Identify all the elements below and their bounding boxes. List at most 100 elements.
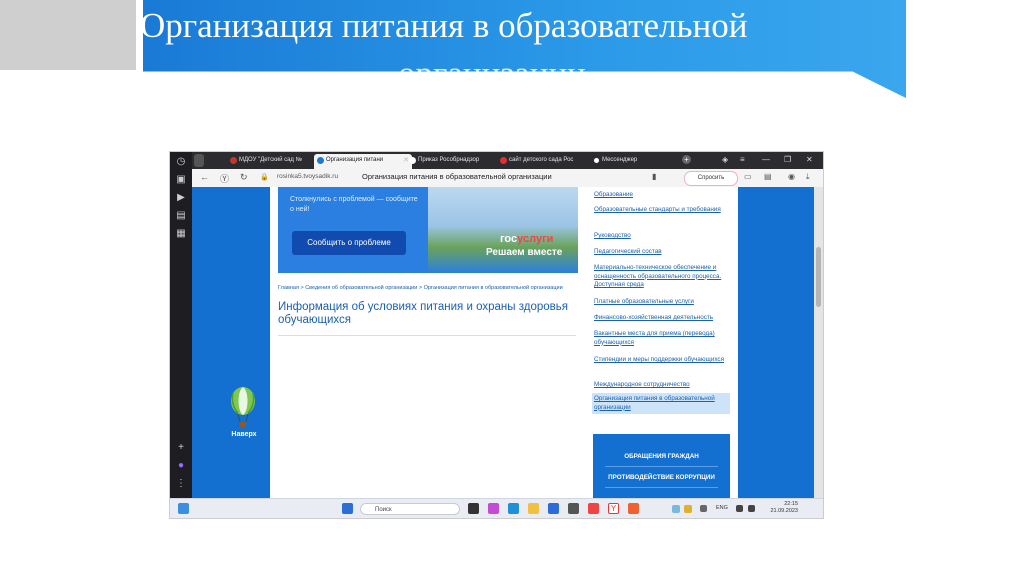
windows-taskbar: Поиск Y ENG 22:15 21.09.2023 bbox=[170, 498, 823, 518]
browser-screenshot: ◷ ▣ ▶ ▤ ▦ + ● ⋮ МДОУ "Детский сад № Орга… bbox=[170, 152, 823, 518]
back-icon[interactable]: ← bbox=[200, 172, 209, 182]
scrollbar[interactable] bbox=[814, 187, 823, 498]
chat-icon[interactable] bbox=[488, 503, 499, 514]
tab-favicon-icon bbox=[409, 157, 416, 164]
logo-part-b: услуги bbox=[517, 233, 554, 245]
clock-time: 22:15 bbox=[784, 501, 798, 507]
battery-icon[interactable]: ▭ bbox=[744, 172, 752, 181]
sidebar-item-management[interactable]: Руководство bbox=[594, 232, 728, 241]
tab-favicon-icon bbox=[230, 157, 237, 164]
task-view-icon[interactable] bbox=[468, 503, 479, 514]
sidebar-item-vacancies[interactable]: Вакантные места для приема (перевода) об… bbox=[594, 330, 728, 347]
shield-icon[interactable]: ◉ bbox=[788, 172, 795, 181]
save-icon[interactable]: ▦ bbox=[175, 228, 187, 240]
download-icon[interactable]: ⤓ bbox=[806, 172, 810, 182]
widgets-icon[interactable] bbox=[178, 503, 189, 514]
gosuslugi-banner[interactable]: Столкнулись с проблемой — сообщите о ней… bbox=[278, 187, 578, 273]
box-divider bbox=[605, 487, 718, 488]
logo-part-a: гос bbox=[500, 233, 518, 245]
close-window-icon[interactable]: ✕ bbox=[806, 155, 813, 164]
sidebar-item-paid-services[interactable]: Платные образовательные услуги bbox=[594, 298, 728, 307]
tab-mdou[interactable]: МДОУ "Детский сад № bbox=[227, 154, 319, 167]
url-text[interactable]: rosinka5.tvoysadik.ru bbox=[277, 173, 338, 180]
tab-kindergarten-site[interactable]: сайт детского сада Рос bbox=[497, 154, 593, 167]
start-icon[interactable] bbox=[342, 503, 353, 514]
new-tab-icon[interactable]: + bbox=[682, 155, 691, 164]
url-page-title[interactable]: Организация питания в образовательной ор… bbox=[362, 172, 552, 181]
citizens-box: ОБРАЩЕНИЯ ГРАЖДАН ПРОТИВОДЕЙСТВИЕ КОРРУП… bbox=[593, 434, 730, 498]
history-icon[interactable]: ◷ bbox=[175, 156, 187, 168]
citizen-appeals-link[interactable]: ОБРАЩЕНИЯ ГРАЖДАН bbox=[593, 453, 730, 460]
play-icon[interactable]: ▶ bbox=[175, 192, 187, 204]
slide-title-line1: Организация питания в образовательной bbox=[140, 6, 748, 45]
gosuslugi-logo: госуслуги bbox=[500, 233, 553, 245]
tab-favicon-icon bbox=[593, 157, 600, 164]
web-page: Наверх Столкнулись с проблемой — сообщит… bbox=[192, 187, 823, 498]
sidebar-item-education[interactable]: Образование bbox=[594, 191, 728, 200]
tab-label: Приказ Рособрнадзор bbox=[418, 157, 480, 163]
tab-order[interactable]: Приказ Рособрнадзор bbox=[406, 154, 504, 167]
reload-icon[interactable]: ↻ bbox=[240, 172, 248, 183]
chrome-icon[interactable] bbox=[588, 503, 599, 514]
assistant-icon[interactable]: ● bbox=[175, 460, 187, 472]
slide-title-container: Организация питания в образовательной ор… bbox=[130, 0, 930, 72]
wifi-icon[interactable] bbox=[736, 505, 743, 512]
sidebar-item-scholarships[interactable]: Стипендии и меры поддержки обучающихся bbox=[594, 356, 728, 365]
clock[interactable]: 22:15 21.09.2023 bbox=[768, 501, 798, 515]
slide-title: Организация питания в образовательной ор… bbox=[140, 2, 900, 72]
page-title: Информация об условиях питания и охраны … bbox=[278, 301, 568, 326]
tab-label: сайт детского сада Рос bbox=[509, 157, 574, 163]
browser-menu-icon[interactable] bbox=[194, 154, 204, 167]
sidebar-item-food-organization[interactable]: Организация питания в образовательной ор… bbox=[592, 393, 730, 414]
add-icon[interactable]: + bbox=[175, 442, 187, 454]
apps-grid-icon[interactable]: ⋮ bbox=[175, 478, 187, 490]
sidebar-item-standards[interactable]: Образовательные стандарты и требования bbox=[594, 206, 728, 215]
store-icon[interactable] bbox=[548, 503, 559, 514]
tab-label: МДОУ "Детский сад № bbox=[239, 157, 303, 163]
address-bar: ← Ⓨ ↻ 🔒 rosinka5.tvoysadik.ru Организаци… bbox=[192, 169, 823, 188]
tray-icon[interactable] bbox=[672, 505, 680, 513]
banner-illustration bbox=[428, 187, 578, 273]
clock-date: 21.09.2023 bbox=[770, 508, 798, 514]
sidebar-item-staff[interactable]: Педагогический состав bbox=[594, 248, 728, 257]
mail-icon[interactable] bbox=[568, 503, 579, 514]
browser-side-rail: ◷ ▣ ▶ ▤ ▦ + ● ⋮ bbox=[170, 152, 192, 498]
anti-corruption-link[interactable]: ПРОТИВОДЕЙСТВИЕ КОРРУПЦИИ bbox=[593, 474, 730, 481]
collections-icon[interactable]: ▣ bbox=[175, 174, 187, 186]
tab-label: Организация питани bbox=[326, 157, 384, 163]
tab-bar: МДОУ "Детский сад № Организация питани ✕… bbox=[192, 152, 823, 169]
restore-icon[interactable]: ❐ bbox=[784, 155, 791, 164]
slide-title-line2: организации bbox=[140, 50, 900, 72]
yandex-icon[interactable]: Ⓨ bbox=[220, 172, 229, 185]
extensions-icon[interactable]: ◈ bbox=[722, 155, 728, 164]
yandex-browser-icon[interactable]: Y bbox=[608, 503, 619, 514]
scrollbar-thumb[interactable] bbox=[816, 247, 821, 307]
lock-icon: 🔒 bbox=[260, 174, 269, 181]
tab-label: Мессенджер bbox=[602, 157, 638, 163]
sidebar-item-equipment[interactable]: Материально-техническое обеспечение и ос… bbox=[594, 264, 728, 290]
bookmark-icon[interactable]: ▮ bbox=[652, 172, 656, 181]
tab-organization-food[interactable]: Организация питани ✕ bbox=[314, 154, 412, 169]
folder-icon[interactable] bbox=[528, 503, 539, 514]
balloon-icon[interactable] bbox=[228, 387, 258, 429]
sidebar-item-international[interactable]: Международное сотрудничество bbox=[594, 381, 728, 390]
sidebar-item-finance[interactable]: Финансово-хозяйственная деятельность bbox=[594, 314, 728, 323]
language-indicator[interactable]: ENG bbox=[716, 505, 728, 511]
report-problem-button[interactable]: Сообщить о проблеме bbox=[292, 231, 406, 255]
menu-icon[interactable]: ≡ bbox=[740, 155, 745, 164]
tab-messenger[interactable]: Мессенджер bbox=[590, 154, 672, 167]
tray-icon[interactable] bbox=[684, 505, 692, 513]
chevron-up-icon[interactable] bbox=[700, 505, 707, 512]
reader-icon[interactable]: ▤ bbox=[764, 172, 772, 181]
breadcrumb[interactable]: Главная > Сведения об образовательной ор… bbox=[278, 285, 578, 291]
notes-icon[interactable]: ▤ bbox=[175, 210, 187, 222]
banner-text: Столкнулись с проблемой — сообщите о ней… bbox=[290, 196, 418, 213]
heading-divider bbox=[278, 335, 576, 336]
scroll-up-label[interactable]: Наверх bbox=[226, 431, 262, 438]
brave-icon[interactable] bbox=[628, 503, 639, 514]
ask-button[interactable]: Спросить bbox=[684, 171, 738, 186]
taskbar-search[interactable]: Поиск bbox=[360, 503, 460, 515]
edge-icon[interactable] bbox=[508, 503, 519, 514]
volume-icon[interactable] bbox=[748, 505, 755, 512]
minimize-icon[interactable]: — bbox=[762, 155, 770, 164]
